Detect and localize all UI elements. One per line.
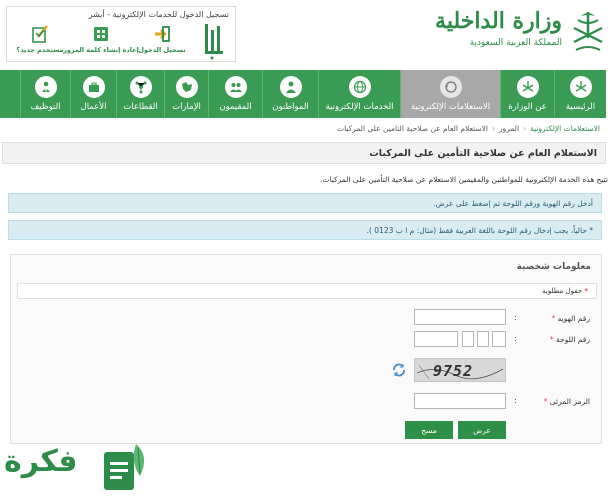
- clear-button[interactable]: مسح: [405, 421, 453, 439]
- colon: :: [514, 313, 517, 322]
- nav-emirates[interactable]: الإمارات: [164, 70, 208, 118]
- plate-number-label-text: رقم اللوحة: [556, 335, 590, 344]
- required-star: *: [549, 335, 554, 344]
- nav-e-inquiries[interactable]: ? الاستعلامات الإلكترونية: [400, 70, 500, 118]
- breadcrumb-traffic[interactable]: المرور: [499, 124, 519, 133]
- nav-about[interactable]: عن الوزارة: [500, 70, 554, 118]
- new-user-button[interactable]: مستخدم جديد؟: [11, 24, 69, 60]
- nav-business[interactable]: الأعمال: [70, 70, 116, 118]
- nav-sectors-label: القطاعات: [123, 102, 158, 112]
- breadcrumb: الاستعلامات الإلكترونية ‹ المرور ‹ الاست…: [337, 124, 600, 133]
- breadcrumb-separator: ‹: [491, 124, 495, 133]
- nav-business-label: الأعمال: [80, 102, 107, 112]
- colon: :: [514, 334, 517, 343]
- required-star: *: [584, 287, 588, 295]
- required-fields-note: * حقول مطلوبة: [17, 283, 597, 299]
- breadcrumb-separator: ‹: [523, 124, 527, 133]
- watermark-text: فكرة: [4, 444, 78, 479]
- ministry-logo[interactable]: وزارة الداخلية المملكة العربية السعودية: [435, 6, 608, 58]
- id-number-label-text: رقم الهويه: [557, 314, 590, 323]
- personal-info-panel: معلومات شخصية * حقول مطلوبة: [10, 254, 602, 444]
- info-plate-note-box: * حالياً، يجب إدخال رقم اللوحة باللغة ال…: [8, 220, 602, 240]
- plate-letter-2-input[interactable]: [477, 331, 489, 347]
- reset-password-icon: [94, 27, 108, 41]
- captcha-image: 9752: [414, 358, 506, 382]
- site-header: وزارة الداخلية المملكة العربية السعودية …: [0, 0, 616, 68]
- page-title-bar: الاستعلام العام عن صلاحية التأمين على ال…: [2, 142, 606, 164]
- nav-residents[interactable]: المقيمون: [208, 70, 262, 118]
- new-user-label: مستخدم جديد؟: [16, 46, 64, 54]
- login-icon: [155, 26, 170, 42]
- new-user-icon: [32, 25, 48, 43]
- nav-home-label: الرئيسية: [565, 102, 596, 112]
- nav-residents-label: المقيمون: [219, 102, 252, 112]
- inquiry-icon: ?: [439, 76, 462, 98]
- colon: :: [514, 396, 517, 405]
- nav-sectors[interactable]: القطاعات: [116, 70, 164, 118]
- sectors-icon: [129, 76, 152, 98]
- about-emblem-icon: [516, 76, 539, 98]
- reset-password-button[interactable]: إعادة إنشاء كلمة المرور: [63, 24, 139, 60]
- absher-actions: مستخدم جديد؟ إعادة إنشاء كلمة المرور تسج…: [11, 24, 191, 60]
- required-note-text: حقول مطلوبة: [542, 287, 583, 295]
- submit-button[interactable]: عرض: [458, 421, 506, 439]
- ministry-title: وزارة الداخلية: [435, 8, 562, 34]
- nav-about-label: عن الوزارة: [508, 102, 547, 112]
- visual-code-label: الرمز المرئى *: [544, 397, 590, 406]
- nav-e-services-label: الخدمات الإلكترونية: [325, 102, 394, 112]
- nav-citizens[interactable]: المواطنون: [262, 70, 318, 118]
- residents-icon: [224, 76, 247, 98]
- citizen-icon: [279, 76, 302, 98]
- svg-text:?: ?: [444, 84, 448, 92]
- info-instruction-box: أدخل رقم الهوية ورقم اللوحة ثم إضغط على …: [8, 193, 602, 213]
- page-title: الاستعلام العام عن صلاحية التأمين على ال…: [369, 148, 597, 159]
- absher-logo-icon: [205, 24, 223, 60]
- plate-letter-1-input[interactable]: [462, 331, 474, 347]
- captcha-text: 9752: [433, 362, 474, 380]
- absher-title: تسجيل الدخول للخدمات الإلكترونية - أبشر: [88, 10, 229, 19]
- login-label: تسجيل الدخول: [138, 46, 186, 54]
- service-description: تتيح هذه الخدمة الإلكترونية للمواطنين وا…: [320, 175, 608, 184]
- saudi-emblem-icon: [573, 12, 603, 51]
- nav-employment-label: التوظيف: [30, 102, 61, 112]
- nav-e-inquiries-label: الاستعلامات الإلكترونية: [410, 102, 491, 112]
- id-number-input[interactable]: [414, 309, 506, 325]
- employment-icon: [34, 76, 57, 98]
- document-leaf-icon: [104, 444, 145, 490]
- briefcase-icon: [82, 76, 105, 98]
- nav-e-services[interactable]: الخدمات الإلكترونية: [318, 70, 400, 118]
- visual-code-input[interactable]: [414, 393, 506, 409]
- id-number-label: رقم الهويه *: [551, 314, 590, 323]
- nav-emirates-label: الإمارات: [172, 102, 201, 112]
- refresh-captcha-icon[interactable]: [391, 362, 407, 378]
- required-star: *: [551, 314, 556, 323]
- globe-icon: [348, 76, 371, 98]
- breadcrumb-e-inquiries[interactable]: الاستعلامات الإلكترونية: [530, 124, 600, 133]
- plate-letter-3-input[interactable]: [492, 331, 506, 347]
- info-instruction-text: أدخل رقم الهوية ورقم اللوحة ثم إضغط على …: [433, 199, 593, 208]
- info-plate-note-text: * حالياً، يجب إدخال رقم اللوحة باللغة ال…: [366, 226, 593, 235]
- nav-home[interactable]: الرئيسية: [554, 70, 606, 118]
- plate-number-digits-input[interactable]: [414, 331, 458, 347]
- required-star: *: [543, 397, 548, 406]
- panel-heading: معلومات شخصية: [516, 262, 591, 272]
- absher-login-box: تسجيل الدخول للخدمات الإلكترونية - أبشر …: [6, 6, 236, 62]
- main-nav: الرئيسية عن الوزارة ? الاستعلامات الإلكت…: [0, 70, 606, 118]
- plate-number-label: رقم اللوحة *: [550, 335, 590, 344]
- breadcrumb-current: الاستعلام العام عن صلاحية التامين على ال…: [337, 124, 488, 133]
- ministry-subtitle: المملكة العربية السعودية: [469, 38, 562, 48]
- reset-password-label: إعادة إنشاء كلمة المرور: [63, 46, 139, 54]
- login-button[interactable]: تسجيل الدخول: [133, 24, 191, 60]
- visual-code-label-text: الرمز المرئى: [549, 397, 590, 406]
- nav-citizens-label: المواطنون: [272, 102, 309, 112]
- map-icon: [175, 76, 198, 98]
- nav-employment[interactable]: التوظيف: [20, 70, 70, 118]
- home-emblem-icon: [569, 76, 592, 98]
- fikra-watermark: فكرة: [0, 436, 160, 496]
